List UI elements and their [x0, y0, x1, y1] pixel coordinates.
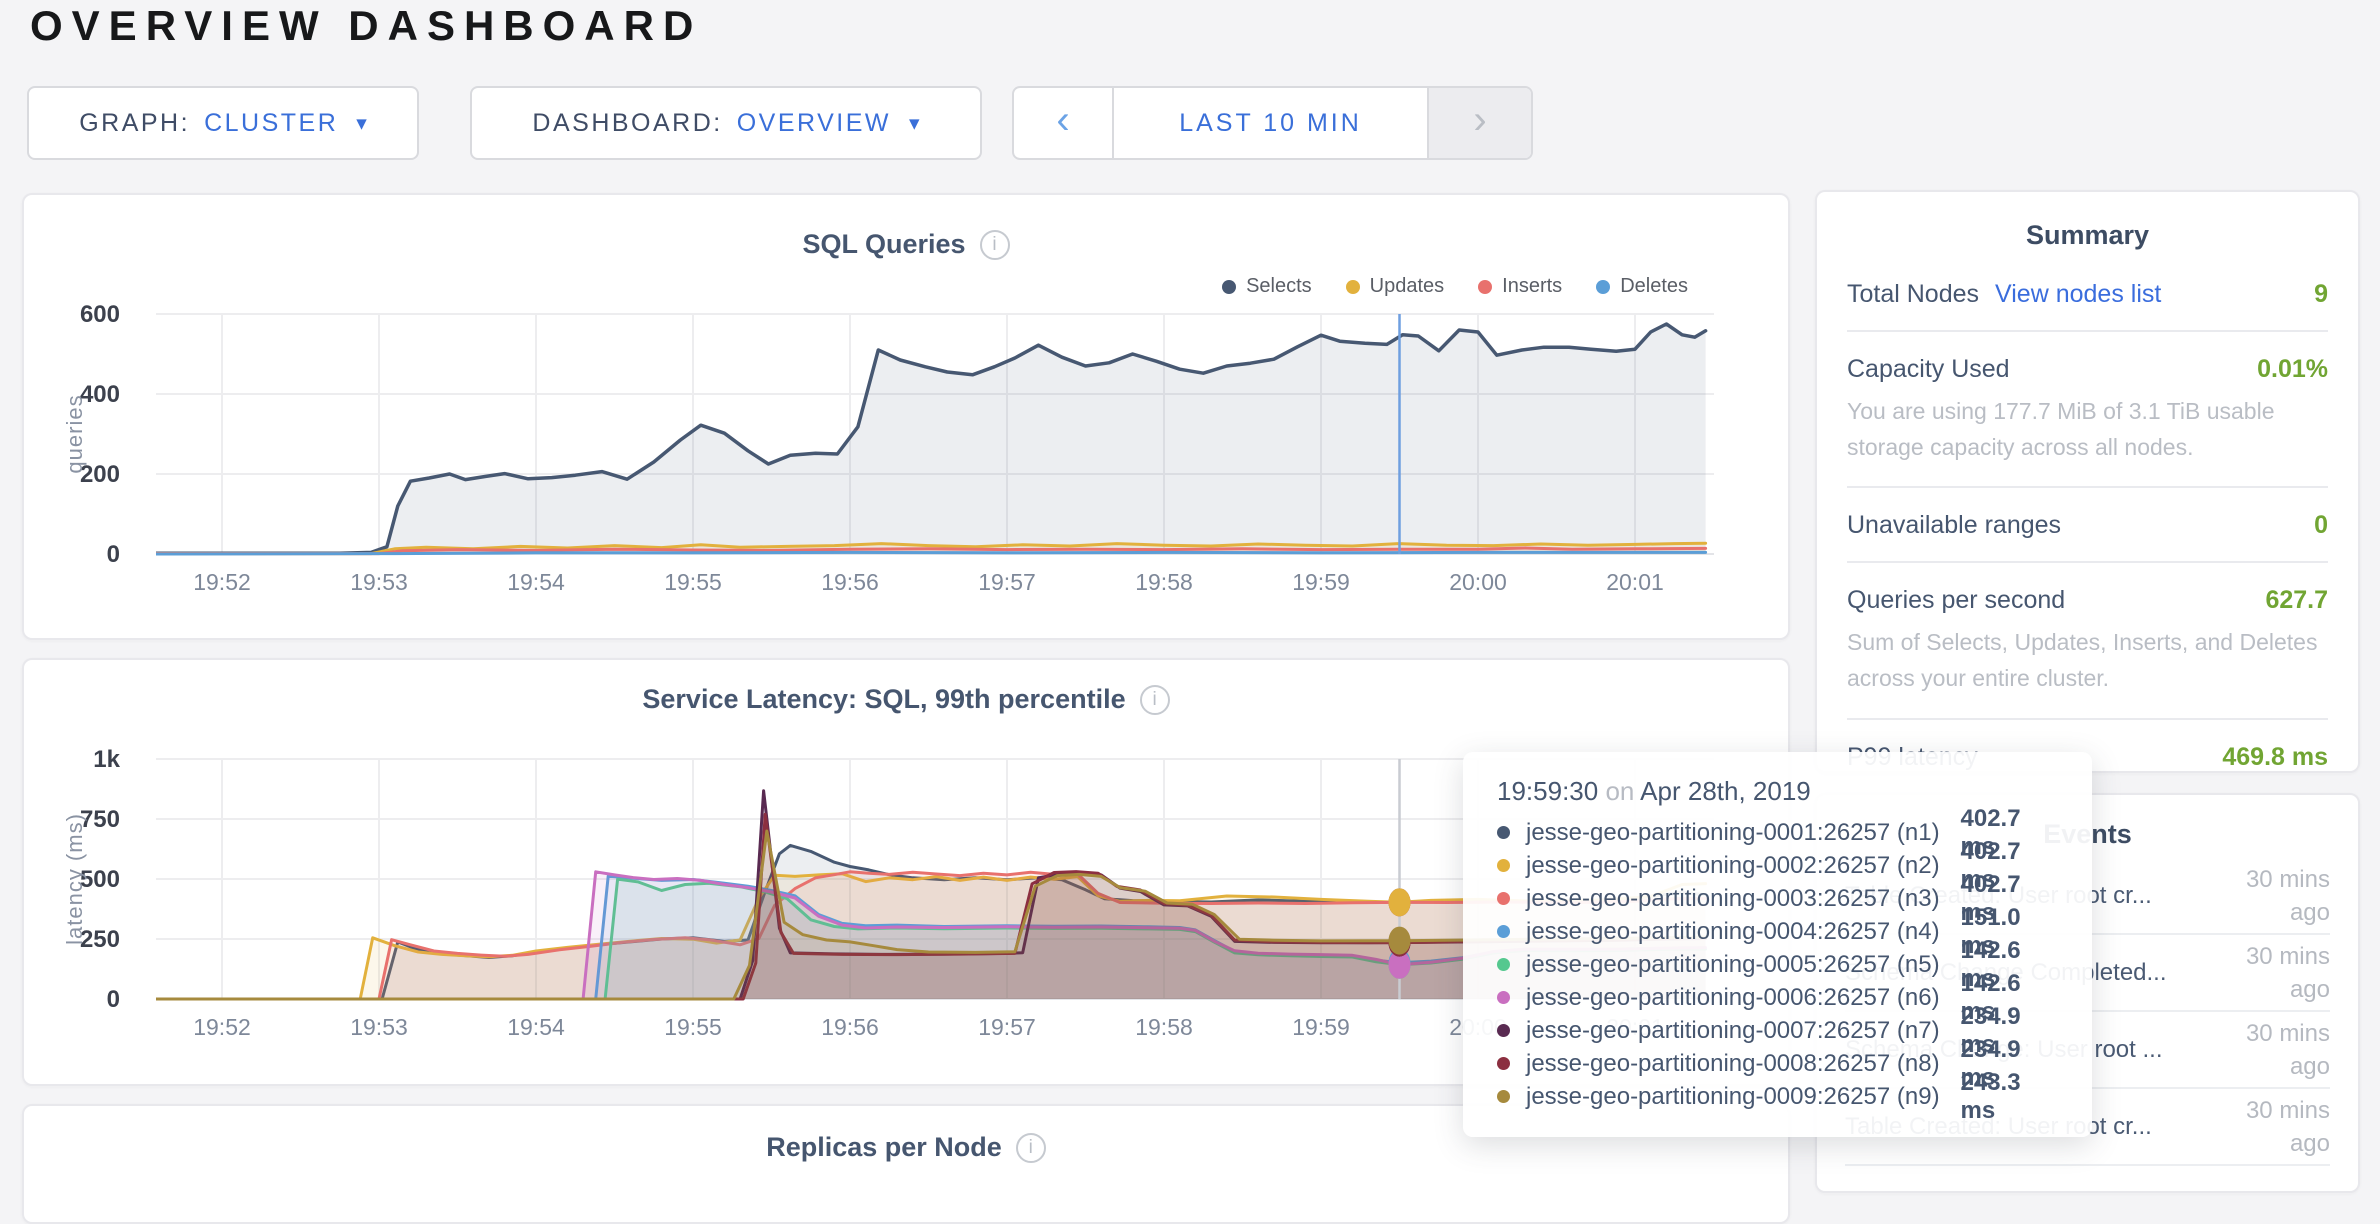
node-color-dot [1497, 1090, 1510, 1103]
graph-dropdown[interactable]: GRAPH: CLUSTER ▾ [27, 86, 419, 160]
graph-dropdown-label: GRAPH: [79, 109, 190, 138]
svg-text:19:56: 19:56 [821, 1014, 879, 1040]
event-timestamp: 30 mins ago [2212, 940, 2330, 1006]
svg-text:19:54: 19:54 [507, 569, 565, 595]
event-timestamp: 30 mins ago [2212, 1017, 2330, 1083]
tooltip-date: Apr 28th, 2019 [1640, 776, 1811, 806]
summary-row-total-nodes: Total Nodes View nodes list 9 [1847, 257, 2328, 332]
svg-text:19:55: 19:55 [664, 1014, 722, 1040]
svg-text:19:59: 19:59 [1292, 569, 1350, 595]
node-latency-value: 243.3 ms [1961, 1069, 2059, 1125]
svg-text:latency (ms): latency (ms) [62, 813, 87, 945]
node-name: jesse-geo-partitioning-0001:26257 (n1) [1526, 819, 1961, 847]
svg-text:19:53: 19:53 [350, 569, 408, 595]
svg-text:19:56: 19:56 [821, 569, 879, 595]
event-timestamp: 30 mins ago [2212, 1094, 2330, 1160]
node-name: jesse-geo-partitioning-0007:26257 (n7) [1526, 1017, 1961, 1045]
dashboard-dropdown-value: OVERVIEW [737, 109, 891, 138]
time-range-widget: ‹ LAST 10 MIN › [1012, 86, 1533, 160]
node-color-dot [1497, 892, 1510, 905]
sql-queries-chart-card: SQL Queries i SelectsUpdatesInsertsDelet… [22, 193, 1790, 640]
unavailable-ranges-label: Unavailable ranges [1847, 511, 2061, 540]
summary-panel: Summary Total Nodes View nodes list 9 Ca… [1815, 190, 2360, 773]
unavailable-ranges-value: 0 [2314, 511, 2328, 540]
node-color-dot [1497, 826, 1510, 839]
summary-panel-title: Summary [1847, 192, 2328, 257]
chevron-right-icon: › [1473, 98, 1486, 143]
queries-per-second-label: Queries per second [1847, 586, 2065, 615]
queries-per-second-description: Sum of Selects, Updates, Inserts, and De… [1847, 625, 2328, 696]
node-color-dot [1497, 1024, 1510, 1037]
node-color-dot [1497, 958, 1510, 971]
svg-text:19:54: 19:54 [507, 1014, 565, 1040]
info-icon[interactable]: i [1016, 1133, 1046, 1163]
p99-latency-value: 469.8 ms [2222, 743, 2328, 772]
capacity-used-description: You are using 177.7 MiB of 3.1 TiB usabl… [1847, 394, 2328, 465]
chevron-down-icon: ▾ [909, 111, 920, 136]
capacity-used-label: Capacity Used [1847, 355, 2010, 384]
svg-text:600: 600 [80, 301, 120, 328]
tooltip-time: 19:59:30 [1497, 776, 1598, 806]
svg-text:19:58: 19:58 [1135, 1014, 1193, 1040]
svg-text:19:53: 19:53 [350, 1014, 408, 1040]
svg-text:19:52: 19:52 [193, 569, 251, 595]
node-color-dot [1497, 925, 1510, 938]
dashboard-dropdown-label: DASHBOARD: [532, 109, 722, 138]
total-nodes-value: 9 [2314, 280, 2328, 309]
summary-row-capacity-used: Capacity Used 0.01% You are using 177.7 … [1847, 332, 2328, 488]
chevron-down-icon: ▾ [356, 111, 367, 136]
svg-text:20:01: 20:01 [1606, 569, 1664, 595]
tooltip-node-row: jesse-geo-partitioning-0009:26257 (n9)24… [1497, 1080, 2058, 1113]
svg-text:1k: 1k [93, 746, 120, 773]
graph-dropdown-value: CLUSTER [204, 109, 338, 138]
svg-text:0: 0 [107, 541, 120, 568]
svg-text:19:55: 19:55 [664, 569, 722, 595]
view-nodes-list-link[interactable]: View nodes list [1995, 280, 2161, 309]
capacity-used-value: 0.01% [2257, 355, 2328, 384]
summary-row-unavailable-ranges: Unavailable ranges 0 [1847, 488, 2328, 563]
chart-hover-tooltip: 19:59:30 on Apr 28th, 2019 jesse-geo-par… [1463, 752, 2092, 1137]
queries-per-second-value: 627.7 [2265, 586, 2328, 615]
summary-row-queries-per-second: Queries per second 627.7 Sum of Selects,… [1847, 563, 2328, 719]
svg-text:19:52: 19:52 [193, 1014, 251, 1040]
node-name: jesse-geo-partitioning-0008:26257 (n8) [1526, 1050, 1961, 1078]
svg-text:19:58: 19:58 [1135, 569, 1193, 595]
total-nodes-label: Total Nodes [1847, 280, 1979, 309]
node-color-dot [1497, 859, 1510, 872]
svg-text:19:57: 19:57 [978, 569, 1036, 595]
page-title: OVERVIEW DASHBOARD [30, 2, 702, 50]
node-name: jesse-geo-partitioning-0006:26257 (n6) [1526, 984, 1961, 1012]
svg-text:queries: queries [62, 394, 87, 473]
node-name: jesse-geo-partitioning-0005:26257 (n5) [1526, 951, 1961, 979]
node-name: jesse-geo-partitioning-0004:26257 (n4) [1526, 918, 1961, 946]
node-name: jesse-geo-partitioning-0009:26257 (n9) [1526, 1083, 1961, 1111]
time-range-button[interactable]: LAST 10 MIN [1114, 88, 1427, 158]
tooltip-header: 19:59:30 on Apr 28th, 2019 [1497, 776, 2058, 807]
event-timestamp: 30 mins ago [2212, 863, 2330, 929]
dashboard-dropdown[interactable]: DASHBOARD: OVERVIEW ▾ [470, 86, 982, 160]
svg-text:20:00: 20:00 [1449, 569, 1507, 595]
time-next-button-disabled[interactable]: › [1427, 88, 1531, 158]
chevron-left-icon: ‹ [1056, 98, 1069, 143]
time-prev-button[interactable]: ‹ [1014, 88, 1114, 158]
sql-queries-chart[interactable]: 19:52 19:53 19:54 19:55 19:56 19:57 19:58 19:59… [24, 195, 1788, 638]
svg-text:0: 0 [107, 986, 120, 1013]
replicas-per-node-chart-title: Replicas per Node [766, 1132, 1002, 1163]
node-color-dot [1497, 1057, 1510, 1070]
svg-text:19:57: 19:57 [978, 1014, 1036, 1040]
node-color-dot [1497, 991, 1510, 1004]
svg-text:19:59: 19:59 [1292, 1014, 1350, 1040]
node-name: jesse-geo-partitioning-0002:26257 (n2) [1526, 852, 1961, 880]
node-name: jesse-geo-partitioning-0003:26257 (n3) [1526, 885, 1961, 913]
